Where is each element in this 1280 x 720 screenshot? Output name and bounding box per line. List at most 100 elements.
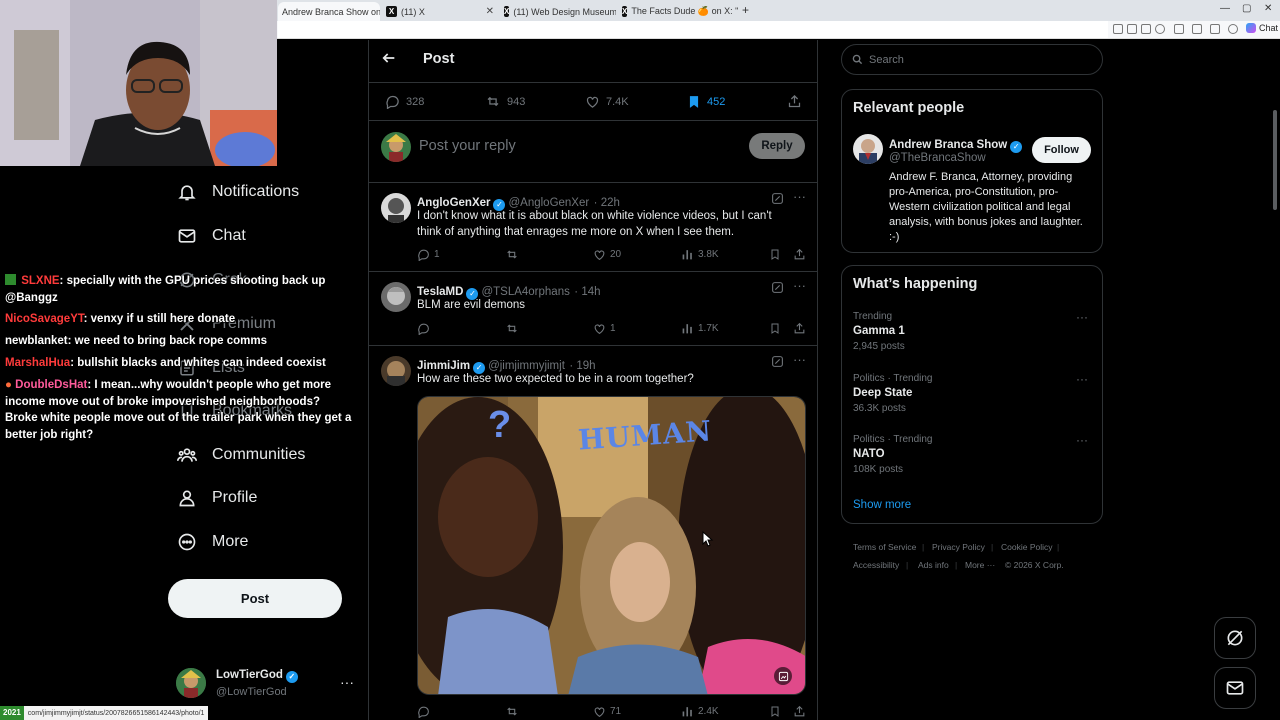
more-dots-icon[interactable]: ···: [1076, 372, 1088, 386]
timestamp[interactable]: · 19h: [569, 360, 595, 372]
reply-action[interactable]: [417, 322, 434, 335]
author-handle[interactable]: @TSLA4orphans: [481, 286, 569, 298]
views-action[interactable]: 2.4K: [681, 705, 719, 718]
author-name[interactable]: AngloGenXer: [417, 197, 490, 209]
timestamp[interactable]: · 22h: [594, 197, 620, 209]
address-field[interactable]: [278, 21, 1108, 38]
person-name[interactable]: Andrew Branca Show: [889, 139, 1007, 151]
search-field[interactable]: Search: [841, 44, 1103, 75]
footer-link[interactable]: Accessibility: [853, 560, 899, 570]
timestamp[interactable]: · 14h: [574, 286, 600, 298]
footer-link[interactable]: Terms of Service: [853, 542, 916, 552]
more-dots-icon[interactable]: ···: [793, 189, 806, 204]
footer-link[interactable]: Ads info: [918, 560, 949, 570]
author-handle[interactable]: @jimjimmyjimjt: [488, 360, 565, 372]
tweet-media[interactable]: ? HUMAN: [417, 396, 806, 695]
nav-item-profile[interactable]: Profile: [176, 480, 257, 516]
grok-explain-icon[interactable]: [771, 281, 784, 294]
close-window-icon[interactable]: ✕: [1264, 3, 1272, 14]
more-dots-icon[interactable]: ···: [793, 352, 806, 367]
favorites-bar-icon[interactable]: [1192, 24, 1202, 34]
maximize-icon[interactable]: ▢: [1242, 3, 1251, 14]
trend-item[interactable]: Politics · Trending NATO 108K posts: [853, 434, 1093, 475]
minimize-icon[interactable]: —: [1220, 3, 1230, 14]
grok-explain-icon[interactable]: [771, 355, 784, 368]
footer-link[interactable]: Privacy Policy: [932, 542, 985, 552]
repost-action[interactable]: [505, 322, 523, 335]
author-name[interactable]: TeslaMD: [417, 286, 463, 298]
follow-button[interactable]: Follow: [1032, 137, 1091, 163]
share-icon[interactable]: [793, 248, 806, 261]
messages-float-button[interactable]: [1214, 667, 1256, 709]
views-action[interactable]: 1.7K: [681, 322, 719, 335]
post-column: Post 328 943 7.4K 452 Post your reply Re…: [368, 40, 818, 720]
share-icon[interactable]: [793, 705, 806, 718]
nav-label: Profile: [212, 489, 258, 506]
search-input[interactable]: Search: [869, 54, 904, 66]
grok-image-icon[interactable]: [774, 667, 792, 685]
repost-action[interactable]: [505, 248, 523, 261]
apps-icon[interactable]: [1113, 24, 1123, 34]
author-name[interactable]: JimmiJim: [417, 360, 470, 372]
browser-tab[interactable]: Andrew Branca Show on X: "Is the ✕: [278, 2, 380, 21]
more-dots-icon[interactable]: ···: [1076, 433, 1088, 447]
favorite-icon[interactable]: [1155, 24, 1165, 34]
author-handle[interactable]: @AngloGenXer: [508, 197, 589, 209]
reply-input[interactable]: Post your reply: [419, 138, 516, 154]
more-dots-icon[interactable]: ···: [1076, 310, 1088, 324]
like-action[interactable]: 20: [593, 248, 621, 261]
share-icon[interactable]: [787, 94, 802, 109]
account-name: LowTierGod: [216, 669, 283, 681]
nav-item-more[interactable]: More: [176, 524, 248, 560]
bookmark-icon[interactable]: [769, 322, 781, 335]
heart-icon: [585, 94, 600, 109]
close-tab-icon[interactable]: ✕: [480, 6, 494, 17]
like-action[interactable]: 1: [593, 322, 616, 335]
back-arrow-icon[interactable]: [381, 50, 397, 66]
scrollbar-thumb[interactable]: [1273, 110, 1277, 210]
browser-tab[interactable]: X The Facts Dude 🍊 on X: "New: 1 ✕: [618, 2, 738, 21]
show-more-link[interactable]: Show more: [853, 499, 911, 511]
refresh-icon[interactable]: [1174, 24, 1184, 34]
panel-title: Relevant people: [853, 100, 965, 116]
browser-tab[interactable]: X (11) Web Design Museum on X: "1 ✕: [500, 2, 616, 21]
more-dots-icon[interactable]: ···: [793, 278, 806, 293]
collections-icon[interactable]: [1210, 24, 1220, 34]
nav-item-notifications[interactable]: Notifications: [176, 174, 299, 210]
browser-tab[interactable]: X (11) X ✕: [382, 2, 498, 21]
footer-link[interactable]: Cookie Policy: [1001, 542, 1053, 552]
avatar[interactable]: [381, 132, 411, 162]
account-switcher[interactable]: LowTierGod ✓ @LowTierGod ···: [168, 660, 358, 708]
reply-count[interactable]: 328: [385, 94, 424, 109]
footer-link[interactable]: More ···: [965, 560, 995, 570]
reply-action[interactable]: 1: [417, 248, 440, 261]
like-action[interactable]: 71: [593, 705, 621, 718]
grok-explain-icon[interactable]: [771, 192, 784, 205]
reply-button[interactable]: Reply: [749, 133, 805, 159]
trend-item[interactable]: Trending Gamma 1 2,945 posts: [853, 311, 1093, 352]
repost-action[interactable]: [505, 705, 523, 718]
share-icon[interactable]: [793, 322, 806, 335]
repost-count[interactable]: 943: [485, 94, 525, 109]
views-action[interactable]: 3.8K: [681, 248, 719, 261]
avatar[interactable]: [853, 134, 883, 164]
scrollbar[interactable]: [1272, 40, 1278, 720]
reply-action[interactable]: [417, 705, 434, 718]
profile-icon[interactable]: [1228, 24, 1238, 34]
trend-category: Politics · Trending: [853, 373, 933, 384]
person-handle[interactable]: @TheBrancaShow: [889, 152, 986, 164]
heart-icon: [593, 705, 606, 718]
bookmark-icon[interactable]: [769, 705, 781, 718]
copilot-chat-button[interactable]: Chat: [1246, 23, 1278, 33]
post-button[interactable]: Post: [168, 579, 342, 618]
like-count[interactable]: 7.4K: [585, 94, 629, 109]
new-tab-button[interactable]: +: [742, 3, 749, 17]
read-aloud-icon[interactable]: [1127, 24, 1137, 34]
zoom-icon[interactable]: [1141, 24, 1151, 34]
trend-item[interactable]: Politics · Trending Deep State 36.3K pos…: [853, 373, 1093, 414]
nav-item-chat[interactable]: Chat: [176, 218, 246, 254]
bookmark-count[interactable]: 452: [687, 94, 725, 110]
more-dots-icon[interactable]: ···: [340, 674, 354, 690]
bookmark-icon[interactable]: [769, 248, 781, 261]
grok-float-button[interactable]: [1214, 617, 1256, 659]
